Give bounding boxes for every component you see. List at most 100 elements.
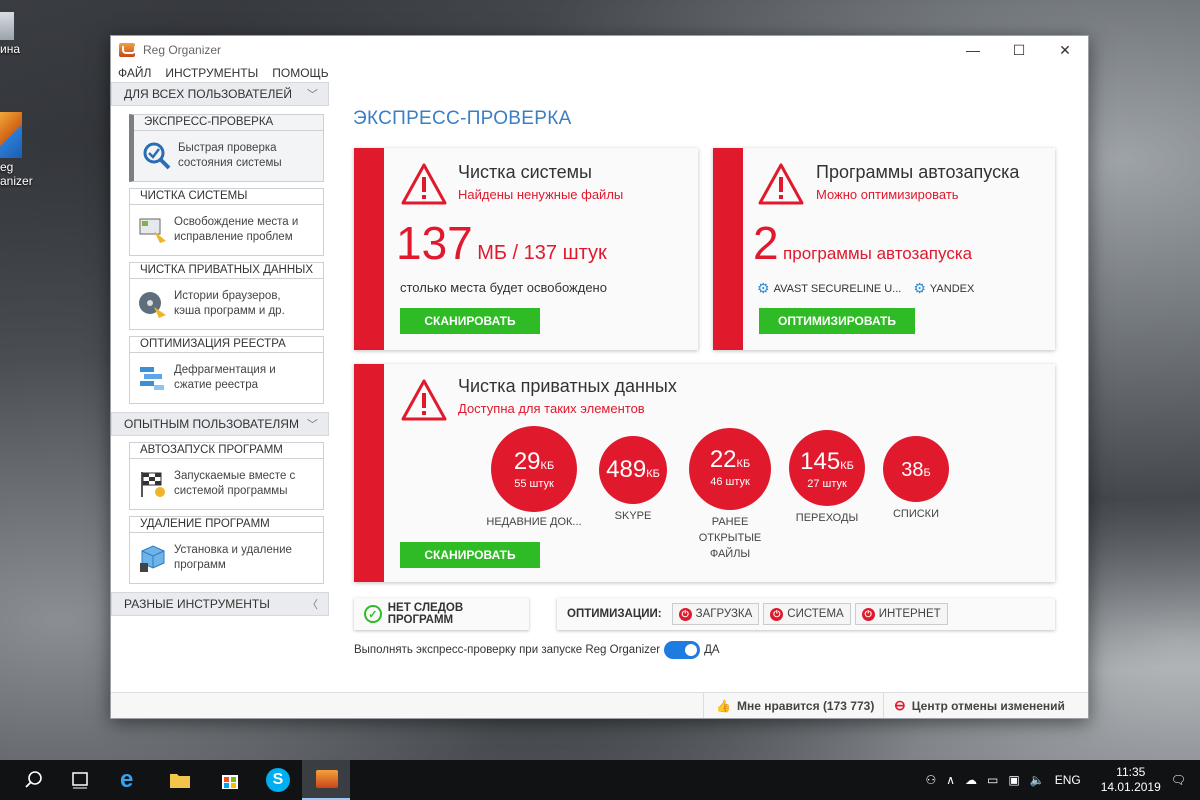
opt-system-button[interactable]: ⏻ СИСТЕМА <box>763 603 851 625</box>
gear-icon: ⚙ <box>757 280 770 296</box>
recycle-bin-icon <box>0 12 14 40</box>
private-item-count: 27 штук <box>807 478 847 490</box>
volume-icon[interactable]: 🔈 <box>1030 773 1045 787</box>
sidebar-item-desc: системой программы <box>174 485 288 497</box>
private-item-label: РАНЕЕ ОТКРЫТЫЕ ФАЙЛЫ <box>698 516 762 560</box>
card-title: Программы автозапуска <box>816 162 1020 182</box>
menu-tools[interactable]: ИНСТРУМЕНТЫ <box>165 66 258 80</box>
warning-icon <box>758 163 804 205</box>
sidebar-item-uninstall[interactable]: УДАЛЕНИЕ ПРОГРАММ Установка и удаление пр… <box>129 516 324 584</box>
sidebar-item-title: ЧИСТКА СИСТЕМЫ <box>130 189 323 205</box>
opt-internet-button[interactable]: ⏻ ИНТЕРНЕТ <box>854 603 948 625</box>
autorun-count-unit: программы автозапуска <box>783 244 973 263</box>
opt-label: ИНТЕРНЕТ <box>878 608 941 620</box>
no-traces-button[interactable]: ✓ НЕТ СЛЕДОВ ПРОГРАММ <box>354 598 529 630</box>
search-icon[interactable] <box>22 768 46 792</box>
chevron-left-icon: 〈 <box>307 599 318 611</box>
card-system-clean: Чистка системы Найдены ненужные файлы 13… <box>354 148 698 350</box>
disk-broom-icon <box>139 292 166 318</box>
category-misc-tools[interactable]: РАЗНЫЕ ИНСТРУМЕНТЫ 〈 <box>111 592 329 616</box>
like-button[interactable]: 👍 Мне нравится (173 773) <box>703 693 874 718</box>
desktop-icon-recycle[interactable]: ина <box>0 12 40 56</box>
close-button[interactable]: ✕ <box>1042 36 1088 64</box>
optimize-button[interactable]: ОПТИМИЗИРОВАТЬ <box>759 308 915 334</box>
undo-center-button[interactable]: ⊖ Центр отмены изменений <box>883 693 1065 718</box>
autorun-app-2[interactable]: YANDEX <box>930 283 974 295</box>
sidebar-item-title: УДАЛЕНИЕ ПРОГРАММ <box>130 517 323 533</box>
file-explorer-icon[interactable] <box>168 768 192 792</box>
private-item-circle[interactable]: 29КБ 55 штук <box>491 426 577 512</box>
taskbar-reg-organizer-button[interactable] <box>302 760 350 800</box>
window-title: Reg Organizer <box>143 43 222 57</box>
clock[interactable]: 11:35 14.01.2019 <box>1101 765 1161 795</box>
sidebar-item-system-clean[interactable]: ЧИСТКА СИСТЕМЫ Освобождение места и испра… <box>129 188 324 256</box>
chevron-up-icon[interactable]: ∧ <box>946 773 955 787</box>
private-item-unit: КБ <box>540 460 555 472</box>
scan-button[interactable]: СКАНИРОВАТЬ <box>400 308 540 334</box>
private-item-circle[interactable]: 145КБ 27 штук <box>789 430 865 506</box>
category-experienced-users[interactable]: ОПЫТНЫМ ПОЛЬЗОВАТЕЛЯМ ﹀ <box>111 412 329 436</box>
gear-icon: ⚙ <box>913 280 926 296</box>
private-item-value: 145 <box>800 448 841 475</box>
undo-center-label: Центр отмены изменений <box>911 698 1065 713</box>
power-icon: ⏻ <box>678 607 692 621</box>
like-label: Мне нравится (173 773) <box>736 698 875 713</box>
private-item-circle[interactable]: 489КБ <box>599 436 667 504</box>
network-icon[interactable]: ▭ <box>987 773 998 787</box>
card-title: Чистка системы <box>458 162 592 182</box>
sidebar-item-registry-opt[interactable]: ОПТИМИЗАЦИЯ РЕЕСТРА Дефрагментация и сжат… <box>129 336 324 404</box>
undo-icon: ⊖ <box>894 697 906 713</box>
sidebar-item-desc: кэша программ и др. <box>174 305 285 317</box>
title-bar[interactable]: Reg Organizer — ☐ ✕ <box>111 36 1088 64</box>
sidebar-item-title: АВТОЗАПУСК ПРОГРАММ <box>130 443 323 459</box>
private-item-unit: КБ <box>646 468 660 480</box>
maximize-button[interactable]: ☐ <box>996 36 1042 64</box>
menu-help[interactable]: ПОМОЩЬ <box>272 66 328 80</box>
status-bar: 👍 Мне нравится (173 773) ⊖ Центр отмены … <box>111 692 1088 718</box>
skype-icon[interactable]: S <box>266 768 290 792</box>
cloud-icon[interactable]: ☁ <box>965 773 977 787</box>
chevron-down-icon: ﹀ <box>307 89 318 101</box>
sidebar-item-express-check[interactable]: ЭКСПРЕСС-ПРОВЕРКА Быстрая проверка состоя… <box>129 114 324 182</box>
private-item-unit: КБ <box>736 458 751 470</box>
private-item-count: 46 штук <box>710 476 750 488</box>
card-title: Чистка приватных данных <box>458 376 677 396</box>
opt-label: СИСТЕМА <box>787 608 844 620</box>
sidebar-item-desc: Запускаемые вместе с <box>174 470 296 482</box>
card-subtitle: Доступна для таких элементов <box>458 401 645 416</box>
desktop-icon-reg-organizer[interactable]: eg anizer <box>0 112 40 188</box>
menu-file[interactable]: ФАЙЛ <box>118 66 151 80</box>
private-item-circle[interactable]: 38Б <box>883 436 949 502</box>
language-indicator[interactable]: ENG <box>1055 773 1081 787</box>
minimize-button[interactable]: — <box>950 36 996 64</box>
people-icon[interactable]: ⚇ <box>925 773 936 787</box>
startup-option-label: Выполнять экспресс-проверку при запуске … <box>354 644 661 656</box>
optimizations-label: ОПТИМИЗАЦИИ: <box>567 608 662 620</box>
private-item-value: 38 <box>901 459 924 481</box>
scan-private-button[interactable]: СКАНИРОВАТЬ <box>400 542 540 568</box>
sidebar-item-title: ЧИСТКА ПРИВАТНЫХ ДАННЫХ <box>130 263 323 279</box>
autorun-app-1[interactable]: AVAST SECURELINE U... <box>774 283 902 295</box>
magnifier-check-icon <box>143 142 171 170</box>
edge-browser-icon[interactable]: e <box>120 768 144 792</box>
reg-organizer-icon <box>316 770 338 788</box>
desktop-icon-label: eg <box>0 160 14 174</box>
opt-label: ЗАГРУЗКА <box>695 608 753 620</box>
clock-date: 14.01.2019 <box>1100 780 1161 794</box>
private-item-unit: КБ <box>840 460 854 472</box>
app-logo-icon <box>119 43 136 57</box>
category-all-users[interactable]: ДЛЯ ВСЕХ ПОЛЬЗОВАТЕЛЕЙ ﹀ <box>111 82 329 106</box>
thumbs-up-icon: 👍 <box>716 698 731 713</box>
private-item-circle[interactable]: 22КБ 46 штук <box>689 428 771 510</box>
sidebar-item-autorun[interactable]: АВТОЗАПУСК ПРОГРАММ Запускаемые вместе с… <box>129 442 324 510</box>
store-icon[interactable] <box>218 768 242 792</box>
sidebar-item-desc: Дефрагментация и <box>174 364 276 376</box>
monitor-icon[interactable]: ▣ <box>1008 773 1019 787</box>
clock-time: 11:35 <box>1116 765 1146 779</box>
notifications-icon[interactable]: 🗨 <box>1171 773 1186 787</box>
private-item-count: 55 штук <box>514 478 554 490</box>
startup-toggle[interactable] <box>664 641 701 659</box>
opt-boot-button[interactable]: ⏻ ЗАГРУЗКА <box>671 603 760 625</box>
task-view-icon[interactable] <box>68 768 92 792</box>
sidebar-item-private-clean[interactable]: ЧИСТКА ПРИВАТНЫХ ДАННЫХ Истории браузеро… <box>129 262 324 330</box>
